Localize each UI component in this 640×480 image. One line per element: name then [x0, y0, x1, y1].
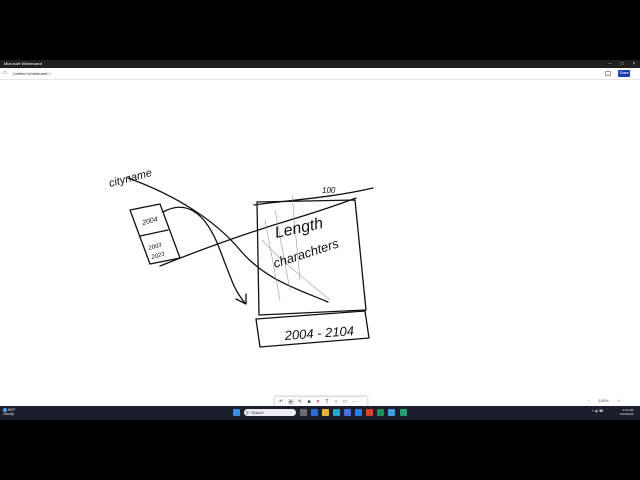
weather-widget[interactable]: 59°F Cloudy: [3, 408, 15, 416]
image-icon[interactable]: □: [342, 399, 348, 405]
search-box[interactable]: ⚲ Search: [244, 409, 296, 416]
window-title: Microsoft Whiteboard: [4, 61, 42, 66]
whiteboard-app: Microsoft Whiteboard – □ × ⌂ Untitled wh…: [0, 60, 640, 420]
zoom-out-icon[interactable]: −: [588, 398, 590, 403]
ink-text-box-bottom-1: 2003: [147, 243, 163, 253]
title-bar: Microsoft Whiteboard – □ ×: [0, 60, 640, 68]
maximize-icon[interactable]: □: [616, 60, 628, 68]
search-placeholder: Search: [251, 410, 264, 415]
weather-desc: Cloudy: [3, 412, 14, 417]
board-name[interactable]: Untitled whiteboard ˅: [13, 71, 51, 76]
ink-text-box-bottom-2: 2023: [150, 252, 166, 262]
zoom-controls: − 100% +: [588, 398, 628, 403]
close-icon[interactable]: ×: [628, 60, 640, 68]
minimize-icon[interactable]: –: [604, 60, 616, 68]
app-icon-4[interactable]: [366, 409, 373, 416]
app-icon-6[interactable]: [400, 409, 407, 416]
ink-text-box-top: 2004: [141, 216, 159, 227]
search-icon: ⚲: [246, 410, 249, 415]
clock-date: 5/13/2024: [620, 412, 634, 416]
zoom-level[interactable]: 100%: [598, 398, 608, 403]
note-tool-icon[interactable]: ■: [306, 399, 312, 405]
app-icon-5[interactable]: [377, 409, 384, 416]
whiteboard-canvas[interactable]: cityname 2004 2003 2023 Length charachte…: [0, 80, 640, 408]
ink-text-length: Length: [273, 215, 325, 242]
board-name-label: Untitled whiteboard: [13, 71, 48, 76]
whiteboard-taskbar-icon[interactable]: [388, 409, 395, 416]
edge-icon[interactable]: [333, 409, 340, 416]
home-icon[interactable]: ⌂: [3, 70, 7, 76]
ink-text-cityname: cityname: [108, 167, 154, 190]
start-icon[interactable]: [233, 409, 240, 416]
file-explorer-icon[interactable]: [322, 409, 329, 416]
chevron-down-icon: ˅: [48, 71, 51, 76]
system-tray[interactable]: ˄ ◉ ☎: [592, 409, 603, 413]
undo-icon[interactable]: ↶: [278, 399, 284, 405]
top-toolbar: ⌂ Untitled whiteboard ˅ Share: [0, 68, 640, 80]
app-icon-1[interactable]: [311, 409, 318, 416]
ink-text-100: 100: [322, 186, 336, 195]
settings-icon[interactable]: [605, 71, 611, 76]
shapes-icon[interactable]: ○: [333, 399, 339, 405]
text-tool-icon[interactable]: T: [324, 399, 330, 405]
taskview-icon[interactable]: [300, 409, 307, 416]
pen-tool-icon[interactable]: ✎: [297, 399, 303, 405]
taskbar: 59°F Cloudy ⚲ Search ˄ ◉ ☎ 4:21 AM 5/13/…: [0, 406, 640, 420]
ink-arrow: [162, 206, 246, 304]
zoom-in-icon[interactable]: +: [618, 398, 620, 403]
share-button[interactable]: Share: [618, 70, 630, 77]
select-tool-icon[interactable]: ▸: [288, 399, 294, 405]
reaction-icon[interactable]: ♥: [315, 399, 321, 405]
app-icon-3[interactable]: [355, 409, 362, 416]
more-icon[interactable]: ⋯: [351, 399, 357, 405]
app-icon-2[interactable]: [344, 409, 351, 416]
clock[interactable]: 4:21 AM 5/13/2024: [620, 408, 633, 416]
